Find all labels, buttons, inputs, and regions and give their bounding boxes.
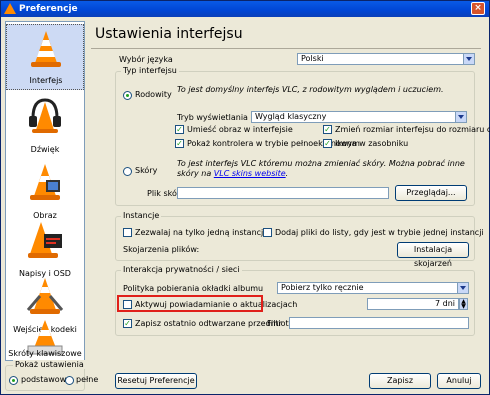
chevron-down-icon	[457, 283, 468, 293]
title-divider	[91, 48, 481, 49]
category-label: Dźwięk	[30, 145, 60, 154]
category-hotkeys[interactable]: Skróty klawiszowe	[6, 318, 84, 362]
vlc-cone-icon	[31, 31, 61, 67]
display-mode-select[interactable]: Wygląd klasyczny	[251, 111, 467, 123]
privacy-title: Interakcja prywatności / sieci	[121, 265, 242, 274]
instances-title: Instancje	[121, 211, 162, 220]
category-video[interactable]: Obraz	[6, 158, 84, 224]
category-label: Skróty klawiszowe	[8, 349, 82, 358]
browse-button[interactable]: Przeglądaj...	[395, 185, 467, 201]
cancel-label: Anuluj	[446, 376, 472, 385]
embed-video-checkbox[interactable]: ✓	[175, 125, 184, 134]
skins-description-end: .	[285, 169, 289, 178]
enqueue-checkbox[interactable]	[263, 228, 272, 237]
save-button[interactable]: Zapisz	[369, 373, 431, 389]
browse-button-label: Przeglądaj...	[406, 188, 456, 197]
update-highlight-box	[117, 295, 263, 312]
install-associations-button[interactable]: Instalacja skojarzeń	[397, 242, 469, 268]
category-label: Interfejs	[29, 76, 63, 85]
associations-label: Skojarzenia plików:	[123, 245, 200, 254]
window-title: Preferencje	[19, 4, 78, 14]
category-interface[interactable]: Interfejs	[6, 24, 84, 90]
category-audio[interactable]: Dźwięk	[6, 92, 84, 158]
video-cone-icon	[30, 164, 60, 200]
language-label: Wybór języka	[119, 55, 173, 64]
chevron-down-icon	[463, 54, 474, 64]
resize-interface-checkbox[interactable]: ✓	[323, 125, 332, 134]
filter-input[interactable]	[289, 317, 469, 329]
codec-cone-icon	[26, 278, 64, 314]
show-settings-title: Pokaż ustawienia	[13, 360, 86, 369]
native-label: Rodowity	[135, 90, 172, 99]
skins-label: Skóry	[135, 166, 158, 175]
preferences-window: Preferencje × Interfejs Dźwięk Obraz Nap…	[0, 0, 490, 395]
art-policy-select[interactable]: Pobierz tylko ręcznie	[277, 282, 469, 294]
headphones-icon	[29, 98, 61, 133]
fullscreen-controller-checkbox[interactable]: ✓	[175, 139, 184, 148]
fullscreen-controller-label: Pokaż kontrolera w trybie pełnoekranowym	[187, 139, 360, 148]
title-bar[interactable]: Preferencje ×	[1, 1, 489, 17]
vlc-app-icon	[4, 3, 16, 14]
skins-description: To jest interfejs VLC któremu można zmie…	[177, 159, 469, 179]
one-instance-checkbox[interactable]	[123, 228, 132, 237]
save-recent-checkbox[interactable]: ✓	[123, 319, 132, 328]
art-policy-label: Polityka pobierania okładki albumu	[123, 284, 264, 293]
reset-preferences-button[interactable]: Resetuj Preferencje	[115, 373, 197, 389]
basic-radio[interactable]	[9, 376, 18, 385]
display-mode-label: Tryb wyświetlania	[177, 113, 248, 122]
enqueue-label: Dodaj pliki do listy, gdy jest w trybie …	[275, 228, 484, 237]
skins-website-link[interactable]: VLC skins website	[214, 169, 286, 178]
native-radio[interactable]	[123, 91, 132, 100]
embed-video-label: Umieść obraz w interfejsie	[187, 125, 293, 134]
display-mode-value: Wygląd klasyczny	[255, 112, 327, 121]
systray-checkbox[interactable]: ✓	[323, 139, 332, 148]
cancel-button[interactable]: Anuluj	[437, 373, 481, 389]
skins-radio[interactable]	[123, 167, 132, 176]
category-list: Interfejs Dźwięk Obraz Napisy i OSD Wejś…	[5, 21, 85, 361]
chevron-down-icon	[455, 112, 466, 122]
update-days-value: 7 dni	[434, 299, 455, 308]
skin-file-input[interactable]	[177, 187, 389, 199]
save-label: Zapisz	[386, 376, 414, 385]
interface-type-title: Typ interfejsu	[121, 66, 179, 75]
filter-label: Filtr	[267, 319, 282, 328]
basic-label: podstawowe	[21, 375, 72, 384]
native-description: To jest domyślny interfejs VLC, z rodowi…	[177, 85, 444, 94]
close-icon[interactable]: ×	[471, 2, 485, 15]
update-days-spinbox[interactable]: 7 dni	[367, 298, 459, 310]
subtitles-icon	[28, 222, 62, 258]
one-instance-label: Zezwalaj na tylko jedną instancję	[135, 228, 269, 237]
language-select[interactable]: Polski	[297, 53, 475, 65]
full-radio[interactable]	[65, 376, 74, 385]
page-title: Ustawienia interfejsu	[95, 26, 243, 42]
systray-label: Ikona w zasobniku	[335, 139, 409, 148]
resize-interface-label: Zmień rozmiar interfejsu do rozmiaru obr…	[335, 125, 490, 134]
art-policy-value: Pobierz tylko ręcznie	[281, 283, 364, 292]
full-label: pełne	[76, 375, 99, 384]
language-value: Polski	[301, 54, 324, 63]
install-associations-label: Instalacja skojarzeń	[413, 245, 453, 268]
reset-preferences-label: Resetuj Preferencje	[117, 376, 195, 385]
spin-arrows-icon[interactable]: ▲ ▼	[459, 298, 468, 310]
